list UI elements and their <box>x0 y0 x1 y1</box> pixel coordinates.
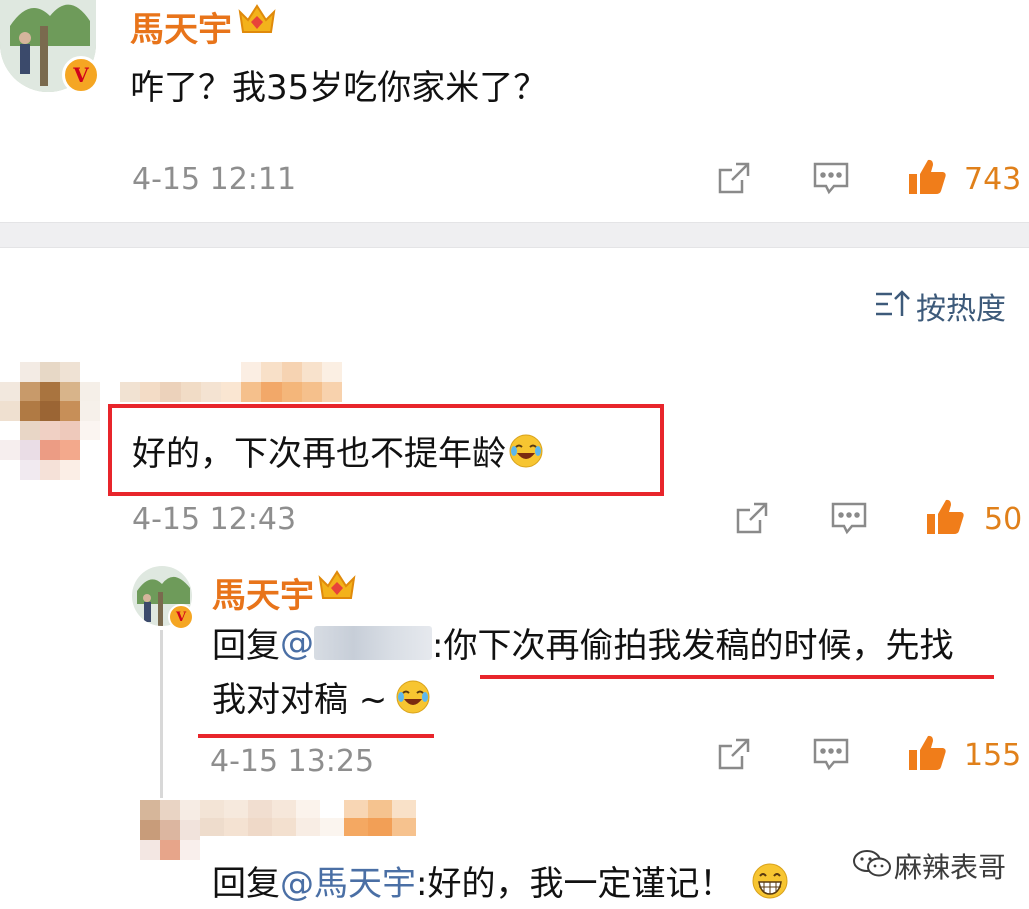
share-icon[interactable] <box>734 500 770 536</box>
underline-highlight <box>198 734 434 738</box>
v-verified-icon: V <box>168 604 194 630</box>
reply-prefix: 回复 <box>212 864 280 904</box>
avatar[interactable] <box>140 800 200 860</box>
mention-link[interactable]: @馬天宇 <box>280 856 416 905</box>
username[interactable]: 馬天宇 <box>212 568 314 617</box>
avatar[interactable] <box>0 362 100 480</box>
timestamp: 4-15 12:43 <box>132 502 297 537</box>
sort-button[interactable]: 按热度 <box>916 284 1006 328</box>
watermark: 麻辣表哥 <box>894 851 1007 884</box>
like-icon[interactable] <box>906 732 948 772</box>
reply-text-line: 回复 @馬天宇 :好的，我一定谨记！ <box>212 856 789 905</box>
comment-text: 好的，下次再也不提年龄 <box>132 426 544 475</box>
username-blurred[interactable] <box>120 362 343 402</box>
wechat-icon <box>852 848 892 878</box>
reply-text: 我对对稿 ~ <box>212 680 388 720</box>
comment-icon[interactable] <box>830 500 868 536</box>
reply-text-line1: 回复 @ :你下次再偷拍我发稿的时候，先找 <box>212 618 953 667</box>
like-count: 50 <box>984 502 1023 537</box>
like-count: 155 <box>964 738 1022 773</box>
laugh-cry-emoji <box>508 433 544 469</box>
reply-text: :好的，我一定谨记！ <box>416 864 734 904</box>
comment-text: 咋了？我35岁吃你家米了？ <box>130 68 548 108</box>
section-divider <box>0 222 1029 248</box>
mention-blurred <box>314 625 432 660</box>
grin-emoji <box>751 862 789 900</box>
v-verified-icon: V <box>62 56 100 94</box>
username[interactable]: 馬天宇 <box>130 2 232 51</box>
timestamp: 4-15 13:25 <box>210 744 375 779</box>
crown-icon <box>236 2 278 38</box>
mention-link[interactable]: @ <box>280 623 314 663</box>
reply-text-line2: 我对对稿 ~ <box>212 672 431 721</box>
like-icon[interactable] <box>924 496 966 536</box>
underline-highlight <box>480 675 994 679</box>
thread-line <box>160 630 163 798</box>
comment-icon[interactable] <box>812 736 850 772</box>
like-icon[interactable] <box>906 156 948 196</box>
sort-icon[interactable] <box>874 288 912 320</box>
share-icon[interactable] <box>716 160 752 196</box>
comment-icon[interactable] <box>812 160 850 196</box>
reply-prefix: 回复 <box>212 626 280 666</box>
timestamp: 4-15 12:11 <box>132 162 297 197</box>
comment-text-content: 好的，下次再也不提年龄 <box>132 434 506 474</box>
reply-text: :你下次再偷拍我发稿的时候，先找 <box>432 626 954 666</box>
share-icon[interactable] <box>716 736 752 772</box>
like-count: 743 <box>964 162 1022 197</box>
laugh-cry-emoji <box>395 679 431 715</box>
username-blurred[interactable] <box>200 800 416 836</box>
crown-icon <box>316 568 358 604</box>
